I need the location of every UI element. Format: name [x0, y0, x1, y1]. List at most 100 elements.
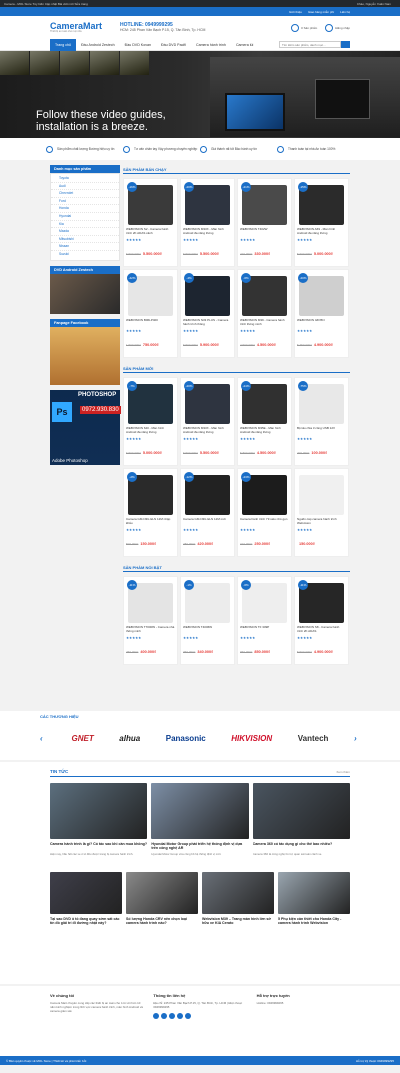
product-name[interactable]: WEBVISION T4006W — [183, 626, 232, 634]
category-item[interactable]: Mitsubishi — [51, 236, 119, 244]
product-card[interactable]: -15% WEBVISION A69 - Màn hình Android đa … — [294, 178, 349, 267]
news-more-link[interactable]: Xem thêm — [336, 770, 350, 774]
news-title[interactable]: Hyundai Motor Group phát triển hệ thống … — [151, 842, 248, 851]
category-item[interactable]: Kia — [51, 221, 119, 229]
news-image[interactable] — [126, 872, 198, 914]
news-title[interactable]: Camera 360 có tác dụng gì cho thế bao nh… — [253, 842, 350, 851]
brand-logo[interactable]: GNET — [72, 734, 94, 743]
news-card[interactable]: Tại sao DVD ô tô đang quay sớm sát các t… — [50, 872, 122, 926]
product-card[interactable]: -11% WEBVISION T7000W - Camera nhà thông … — [123, 576, 178, 665]
site-logo[interactable]: CameraMart Thiết bị an toàn cho mọi nhà — [50, 22, 120, 34]
product-card[interactable]: -2% Camera GM-N3G ELN 12M nhập khẩu ★★★★★ 5… — [123, 468, 178, 557]
news-card[interactable]: Hyundai Motor Group phát triển hệ thống … — [151, 783, 249, 864]
category-item[interactable]: Mazda — [51, 228, 119, 236]
category-item[interactable]: Nissan — [51, 243, 119, 251]
brand-logo[interactable]: Panasonic — [166, 734, 206, 743]
news-image[interactable] — [278, 872, 350, 914]
android-widget-image[interactable] — [50, 273, 120, 314]
product-name[interactable]: WEBVISION TF 309P — [240, 626, 289, 634]
topbar-link[interactable]: Giao hàng miễn phí — [308, 10, 334, 14]
product-card[interactable]: -11% WEBVISION S8 - Camera hành trình 2K … — [294, 576, 349, 665]
nav-item[interactable]: Đầu DVD Kovan — [120, 39, 156, 51]
cart-link[interactable]: 0 Sản phẩm — [291, 23, 317, 32]
news-title[interactable]: Tại sao DVD ô tô đang quay sớm sát các t… — [50, 917, 122, 926]
news-image[interactable] — [252, 783, 350, 839]
hero-banner[interactable]: Follow these video guides, installation i… — [0, 51, 400, 138]
google-plus-icon[interactable] — [161, 1013, 168, 1019]
nav-item[interactable]: Đầu DVD Pacifi — [156, 39, 191, 51]
product-name[interactable]: WEBVISION A69 - Màn hình Android đa năng… — [297, 228, 346, 236]
chevron-left-icon[interactable]: ‹ — [40, 734, 46, 743]
product-card[interactable]: -20% WEBVISION M33X - Màn hình Android đa… — [180, 377, 235, 466]
product-name[interactable]: WEBVISION N33 PLUS - Camera hành trình t… — [183, 319, 232, 327]
product-name[interactable]: Nguồn cáp camera hành trình Webvision — [297, 518, 346, 526]
admin-bar-left[interactable]: Camera - MOL Store Tùy biến Cập nhật Bài… — [4, 2, 88, 6]
category-item[interactable]: Audi — [51, 183, 119, 191]
product-name[interactable]: WEBVISION 4ZO5N — [297, 319, 346, 327]
brand-logo[interactable]: HIKVISION — [231, 734, 272, 743]
brand-logo[interactable]: Vantech — [298, 734, 329, 743]
product-card[interactable]: -6% WEBVISION M39 - Camera hành trình thô… — [237, 269, 292, 358]
news-title[interactable]: Webvision M39 – Trang màn hình lớn sở hữ… — [202, 917, 274, 926]
news-image[interactable] — [50, 783, 148, 839]
product-name[interactable]: WEBVISION 640 - Màn hình Android đa năng… — [126, 427, 175, 435]
product-name[interactable]: Bộ tẩu chia 3 cổng USB 12V — [297, 427, 346, 435]
news-card[interactable]: Camera hành trình là gì? Có tác sao khi … — [50, 783, 148, 864]
product-card[interactable]: -4% WEBVISION N33 PLUS - Camera hành trìn… — [180, 269, 235, 358]
nav-item[interactable]: Camera lùi — [231, 39, 258, 51]
news-card[interactable]: 5 Phụ kiện cần thiết cho Honda City - ca… — [278, 872, 350, 926]
product-card[interactable]: -42% WEBVISION B06LP400 ★★★★★ 1.500.000₫ 750… — [123, 269, 178, 358]
topbar-link[interactable]: Liên hệ — [340, 10, 350, 14]
product-image[interactable] — [299, 475, 344, 515]
news-card[interactable]: Webvision M39 – Trang màn hình lớn sở hữ… — [202, 872, 274, 926]
facebook-page-image[interactable] — [50, 326, 120, 385]
product-card[interactable]: -20% WEBVISION 4ZO5N ★★★★★ 5.750.000₫ 4.900.… — [294, 269, 349, 358]
youtube-icon[interactable] — [177, 1013, 184, 1019]
product-card[interactable]: -23% Camera hành trình Y9 siêu nhỏ gọn ★★★… — [237, 468, 292, 557]
category-item[interactable]: Ford — [51, 198, 119, 206]
chevron-right-icon[interactable]: › — [354, 734, 360, 743]
news-title[interactable]: Số lượng Honda CRV nên chọn loại camera … — [126, 917, 198, 926]
news-image[interactable] — [50, 872, 122, 914]
category-item[interactable]: Hyundai — [51, 213, 119, 221]
news-title[interactable]: Camera hành trình là gì? Có tác sao khi … — [50, 842, 147, 851]
product-card[interactable]: -24% WEBVISION M35E - Màn hình Android đa… — [237, 377, 292, 466]
product-name[interactable]: WEBVISION S2 - Camera hành trình 2K ADAS… — [126, 228, 175, 236]
nav-item-home[interactable]: Trang chủ — [50, 38, 77, 51]
news-image[interactable] — [151, 783, 249, 839]
product-name[interactable]: WEBVISION B06LP400 — [126, 319, 175, 327]
product-name[interactable]: Camera hành trình Y9 siêu nhỏ gọn — [240, 518, 289, 526]
product-name[interactable]: WEBVISION T7000W - Camera nhà thông minh — [126, 626, 175, 634]
product-name[interactable]: WEBVISION S8 - Camera hành trình 2K ADAS — [297, 626, 346, 634]
product-card[interactable]: -12% Camera GM-N3G ELN 12M mới ★★★★★ 480.00… — [180, 468, 235, 557]
news-card[interactable]: Số lượng Honda CRV nên chọn loại camera … — [126, 872, 198, 926]
product-card[interactable]: -1% WEBVISION T4006W ★★★★★ 350.000₫ 340.000₫ — [180, 576, 235, 665]
product-card[interactable]: -20% WEBVISION M33X - Màn hình Android đa… — [180, 178, 235, 267]
category-item[interactable]: Suzuki — [51, 251, 119, 259]
brand-logo[interactable]: alhua — [119, 734, 140, 743]
category-item[interactable]: Toyota — [51, 175, 119, 183]
twitter-icon[interactable] — [169, 1013, 176, 1019]
product-name[interactable]: WEBVISION M39 - Camera hành trình thông … — [240, 319, 289, 327]
category-item[interactable]: Honda — [51, 205, 119, 213]
news-title[interactable]: 5 Phụ kiện cần thiết cho Honda City - ca… — [278, 917, 350, 926]
product-name[interactable]: WEBVISION M33X - Màn hình Android đa năn… — [183, 228, 232, 236]
news-card[interactable]: Camera 360 có tác dụng gì cho thế bao nh… — [252, 783, 350, 864]
product-name[interactable]: WEBVISION M33X - Màn hình Android đa năn… — [183, 427, 232, 435]
search-input[interactable] — [279, 41, 341, 48]
admin-bar-user[interactable]: Chào, Nguyễn Xuân Nam — [357, 2, 391, 6]
category-item[interactable]: Chevrolet — [51, 190, 119, 198]
product-name[interactable]: Camera GM-N3G ELN 12M nhập khẩu — [126, 518, 175, 526]
facebook-icon[interactable] — [153, 1013, 160, 1019]
product-card[interactable]: Nguồn cáp camera hành trình Webvision ★★★… — [294, 468, 349, 557]
nav-item[interactable]: Đầu Android Zestech — [76, 39, 120, 51]
product-card[interactable]: -75% Bộ tẩu chia 3 cổng USB 12V ★★★★★ 400.0… — [294, 377, 349, 466]
product-card[interactable]: -7% WEBVISION 640 - Màn hình Android đa n… — [123, 377, 178, 466]
login-link[interactable]: Đăng nhập — [325, 23, 350, 32]
topbar-link[interactable]: Giới thiệu — [289, 10, 302, 14]
product-name[interactable]: Camera GM-N3G ELN 12M mới — [183, 518, 232, 526]
product-name[interactable]: WEBVISION T402W — [240, 228, 289, 236]
product-card[interactable]: -21% WEBVISION T402W ★★★★★ 420.000₫ 330.000₫ — [237, 178, 292, 267]
product-name[interactable]: WEBVISION M35E - Màn hình Android đa năn… — [240, 427, 289, 435]
nav-item[interactable]: Camera hành trình — [191, 39, 231, 51]
